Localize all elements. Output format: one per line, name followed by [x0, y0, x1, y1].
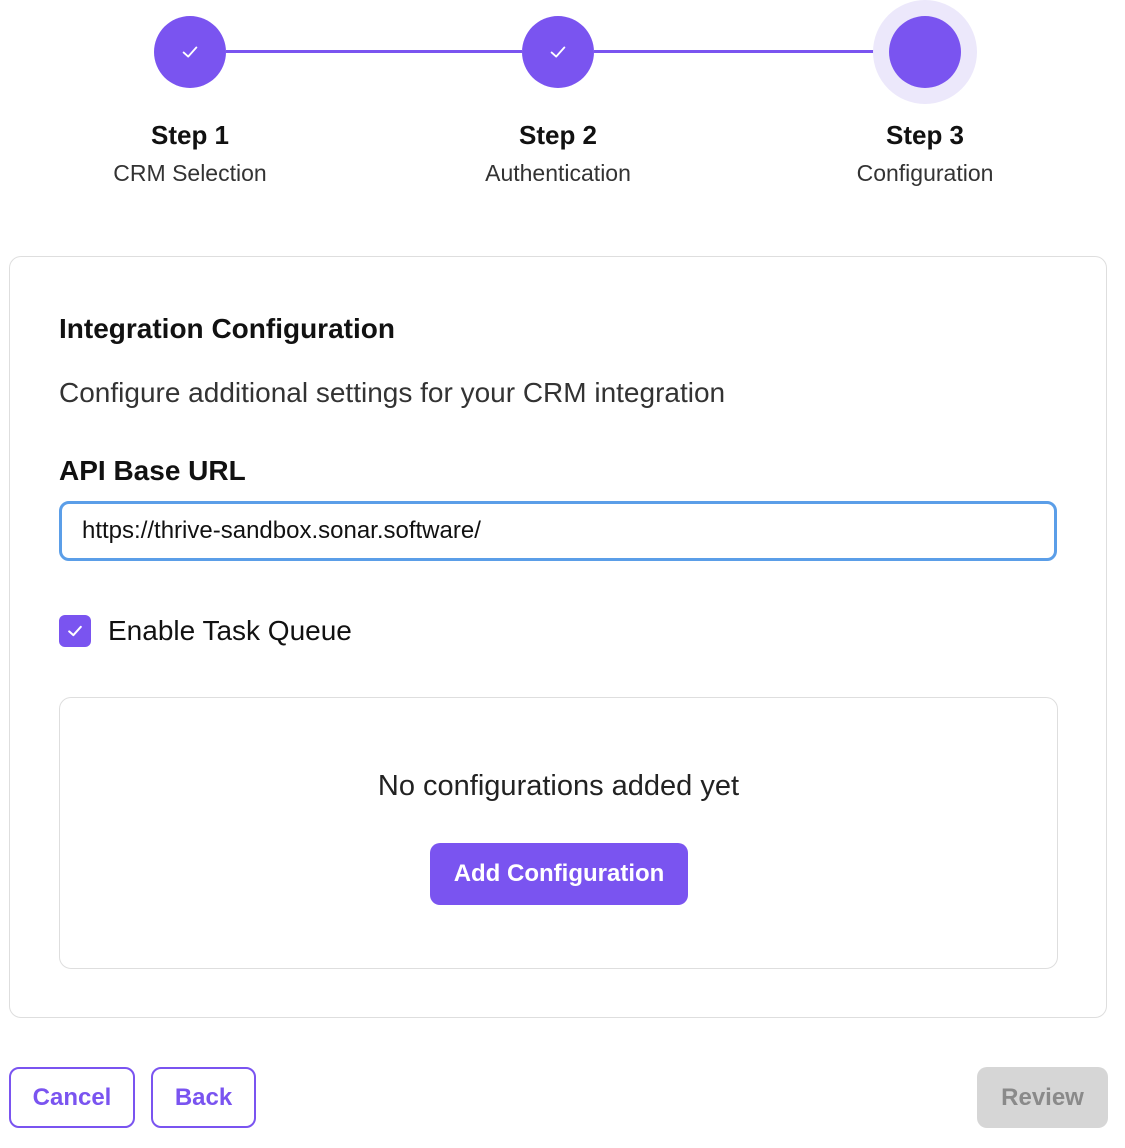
task-queue-checkbox[interactable] [59, 615, 91, 647]
review-button[interactable]: Review [977, 1067, 1108, 1128]
configurations-panel: No configurations added yet Add Configur… [59, 697, 1058, 969]
step-connector-1-2 [226, 50, 522, 53]
step-1-title: Step 1 [150, 120, 230, 150]
task-queue-label[interactable]: Enable Task Queue [108, 615, 352, 647]
step-1-subtitle: CRM Selection [113, 160, 267, 186]
card-title: Integration Configuration [59, 313, 395, 344]
api-base-url-label: API Base URL [59, 455, 246, 486]
step-2-title: Step 2 [518, 120, 598, 150]
step-3-subtitle: Configuration [856, 160, 994, 186]
integration-configuration-card: Integration Configuration Configure addi… [9, 256, 1107, 1018]
back-button[interactable]: Back [151, 1067, 256, 1128]
check-icon [550, 46, 566, 58]
step-connector-2-3 [594, 50, 890, 53]
empty-state-text: No configurations added yet [377, 770, 740, 802]
step-2-subtitle: Authentication [485, 160, 631, 186]
task-queue-toggle[interactable]: Enable Task Queue [59, 615, 352, 647]
stepper: Step 1 CRM Selection Step 2 Authenticati… [0, 0, 1125, 200]
step-3-indicator [889, 16, 961, 88]
add-configuration-button[interactable]: Add Configuration [430, 843, 688, 905]
check-icon [182, 46, 198, 58]
api-base-url-input[interactable] [59, 501, 1057, 561]
step-3-title: Step 3 [885, 120, 965, 150]
card-description: Configure additional settings for your C… [59, 377, 726, 408]
step-2-indicator [522, 16, 594, 88]
page: Step 1 CRM Selection Step 2 Authenticati… [0, 0, 1125, 1148]
check-icon [68, 625, 82, 637]
cancel-button[interactable]: Cancel [9, 1067, 135, 1128]
step-1-indicator [154, 16, 226, 88]
